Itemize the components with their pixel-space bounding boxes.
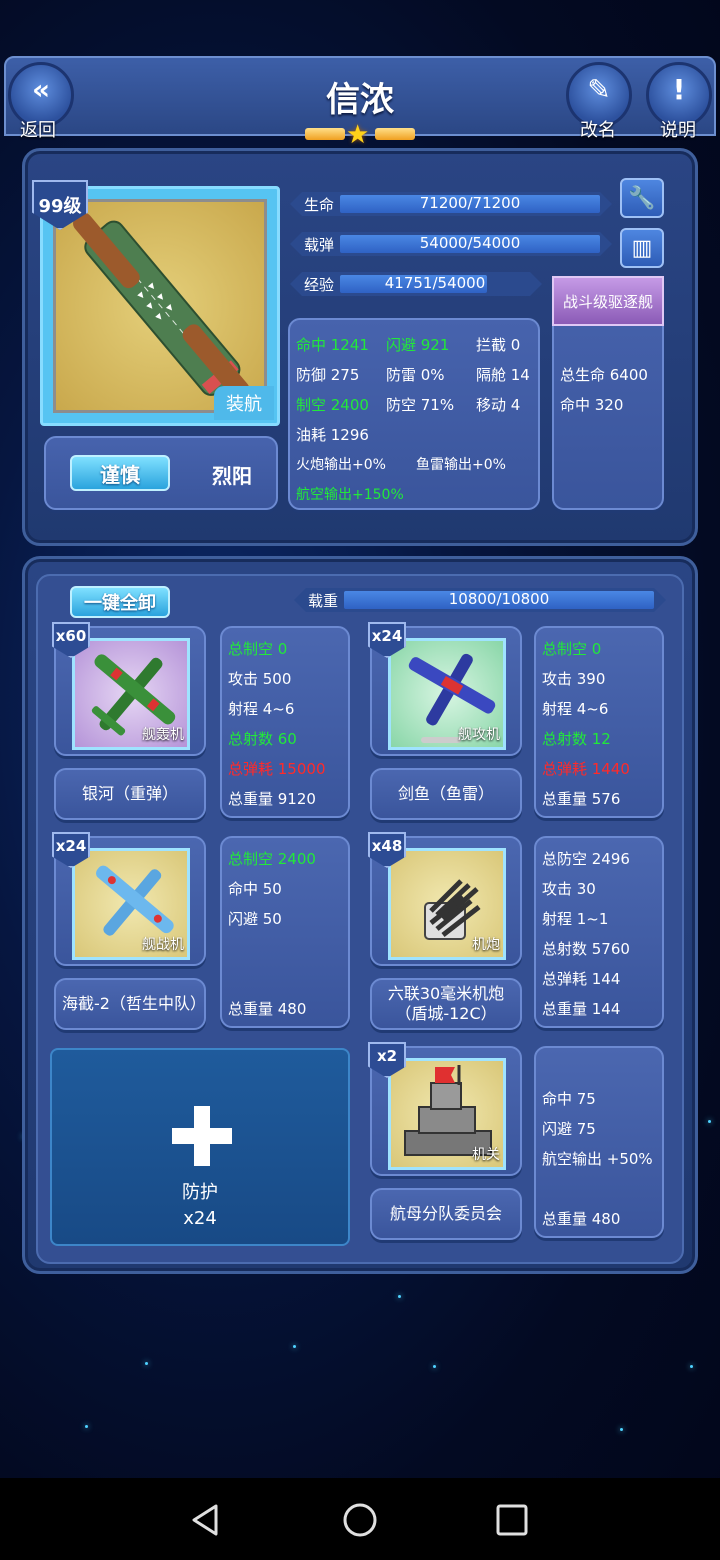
equip-3-stat: 命中 50 xyxy=(228,880,282,898)
ammo-bar: 载弹 54000/54000 xyxy=(290,232,612,256)
equip-5-category: 机关 xyxy=(472,1147,500,1163)
equip-4-stat: 总防空 2496 xyxy=(542,850,630,868)
equip-3-category: 舰战机 xyxy=(142,937,184,953)
plus-icon xyxy=(172,1106,232,1166)
back-label: 返回 xyxy=(20,120,56,141)
equip-2-stat: 攻击 390 xyxy=(542,670,606,688)
help-label: 说明 xyxy=(660,120,696,141)
load-value: 10800/10800 xyxy=(448,590,550,608)
equip-2-stats: 总制空 0 攻击 390 射程 4~6 总射数 12 总弹耗 1440 总重量 … xyxy=(534,626,664,818)
equip-1-stat: 射程 4~6 xyxy=(228,700,295,718)
stat-hit: 命中 1241 xyxy=(296,336,369,354)
equip-3-name[interactable]: 海截-2（哲生中队） xyxy=(54,978,206,1030)
equip-3-stat: 总重量 480 xyxy=(228,1000,307,1018)
equip-5-stat: 命中 75 xyxy=(542,1090,596,1108)
skill-text: 烈阳 xyxy=(212,464,252,488)
stat-gun-output: 火炮输出+0% xyxy=(296,457,386,473)
equip-1-stat: 总弹耗 15000 xyxy=(228,760,326,778)
equip-1-stat: 总射数 60 xyxy=(228,730,297,748)
equip-1-category: 舰轰机 xyxy=(142,727,184,743)
stat-intercept: 拦截 0 xyxy=(476,336,521,354)
double-chevron-left-icon: « xyxy=(31,72,51,106)
add-slot-count: x24 xyxy=(183,1208,217,1229)
load-bar: 载重 10800/10800 xyxy=(294,588,666,612)
equip-5-stat: 总重量 480 xyxy=(542,1210,621,1228)
equip-5-stat: 航空输出 +50% xyxy=(542,1150,653,1168)
rename-label: 改名 xyxy=(580,120,616,141)
recents-square-icon[interactable] xyxy=(492,1500,532,1540)
equip-3-stat: 总制空 2400 xyxy=(228,850,316,868)
equip-1-stat: 攻击 500 xyxy=(228,670,292,688)
equip-2-stat: 总弹耗 1440 xyxy=(542,760,630,778)
exclamation-icon: ! xyxy=(672,72,686,106)
unload-all-button[interactable]: 一键全卸 xyxy=(70,586,170,618)
equip-2-stat: 总制空 0 xyxy=(542,640,602,658)
ammo-label: 载弹 xyxy=(304,236,335,254)
exp-value: 41751/54000 xyxy=(384,274,486,292)
ammo-value: 54000/54000 xyxy=(419,234,521,252)
equip-4-stat: 攻击 30 xyxy=(542,880,596,898)
equip-1-stat: 总重量 9120 xyxy=(228,790,316,808)
stat-air-output: 航空输出+150% xyxy=(296,487,404,503)
equip-3-stats: 总制空 2400 命中 50 闪避 50 总重量 480 xyxy=(220,836,350,1028)
equip-4-stat: 射程 1~1 xyxy=(542,910,609,928)
stat-evade: 闪避 921 xyxy=(386,336,450,354)
equip-4-stats: 总防空 2496 攻击 30 射程 1~1 总射数 5760 总弹耗 144 总… xyxy=(534,836,664,1028)
edit-icon: ✎ xyxy=(587,72,611,106)
back-triangle-icon[interactable] xyxy=(186,1500,226,1540)
equip-4-stat: 总射数 5760 xyxy=(542,940,630,958)
home-circle-icon[interactable] xyxy=(340,1500,380,1540)
skill-button[interactable]: 谨慎 xyxy=(70,455,170,491)
ammo-icon: ▥ xyxy=(631,235,653,261)
wrench-icon: 🔧 xyxy=(628,185,656,211)
equip-2-stat: 总射数 12 xyxy=(542,730,611,748)
bonus-hit: 命中 320 xyxy=(560,396,624,414)
equip-4-stat: 总重量 144 xyxy=(542,1000,621,1018)
stat-fuel: 油耗 1296 xyxy=(296,426,369,444)
hp-value: 71200/71200 xyxy=(419,194,521,212)
equip-2-stat: 总重量 576 xyxy=(542,790,621,808)
equip-5-stats: 命中 75 闪避 75 航空输出 +50% 总重量 480 xyxy=(534,1046,664,1238)
repair-button[interactable]: 🔧 xyxy=(620,178,664,218)
stat-air-control: 制空 2400 xyxy=(296,396,369,414)
exp-bar: 经验 41751/54000 xyxy=(290,272,542,296)
add-slot-label: 防护 xyxy=(182,1182,218,1203)
stat-defense: 防御 275 xyxy=(296,366,360,384)
equip-2-name[interactable]: 剑鱼（鱼雷） xyxy=(370,768,522,820)
equip-4-stat: 总弹耗 144 xyxy=(542,970,621,988)
star-icon: ★ xyxy=(346,120,370,150)
equip-4-category: 机炮 xyxy=(472,937,500,953)
equip-5-name[interactable]: 航母分队委员会 xyxy=(370,1188,522,1240)
hp-label: 生命 xyxy=(304,196,335,214)
stat-move: 移动 4 xyxy=(476,396,521,414)
equip-2-category: 舰攻机 xyxy=(458,727,500,743)
equip-2-stat: 射程 4~6 xyxy=(542,700,609,718)
system-nav-bar xyxy=(0,1478,720,1560)
stat-aa-def: 防空 71% xyxy=(386,396,455,414)
load-label: 载重 xyxy=(308,592,339,610)
equip-5-stat: 闪避 75 xyxy=(542,1120,596,1138)
stat-torp-def: 防雷 0% xyxy=(386,366,445,384)
stat-bulkhead: 隔舱 14 xyxy=(476,366,530,384)
equip-1-name[interactable]: 银河（重弹） xyxy=(54,768,206,820)
hp-bar: 生命 71200/71200 xyxy=(290,192,612,216)
star-rank: ★ xyxy=(305,120,415,150)
equip-1-stats: 总制空 0 攻击 500 射程 4~6 总射数 60 总弹耗 15000 总重量… xyxy=(220,626,350,818)
stat-torp-output: 鱼雷输出+0% xyxy=(416,457,506,473)
role-tag: 战斗级驱逐舰 xyxy=(552,276,664,326)
add-protection-slot[interactable]: 防护 x24 xyxy=(50,1048,350,1246)
exp-label: 经验 xyxy=(304,276,335,294)
resupply-button[interactable]: ▥ xyxy=(620,228,664,268)
equip-3-stat: 闪避 50 xyxy=(228,910,282,928)
carrier-image xyxy=(53,199,267,413)
equip-1-stat: 总制空 0 xyxy=(228,640,288,658)
ship-type-tag: 装航 xyxy=(214,386,274,420)
bonus-total-hp: 总生命 6400 xyxy=(560,366,648,384)
ship-portrait[interactable]: 装航 xyxy=(40,186,280,426)
equip-4-name[interactable]: 六联30毫米机炮（盾城-12C） xyxy=(370,978,522,1030)
